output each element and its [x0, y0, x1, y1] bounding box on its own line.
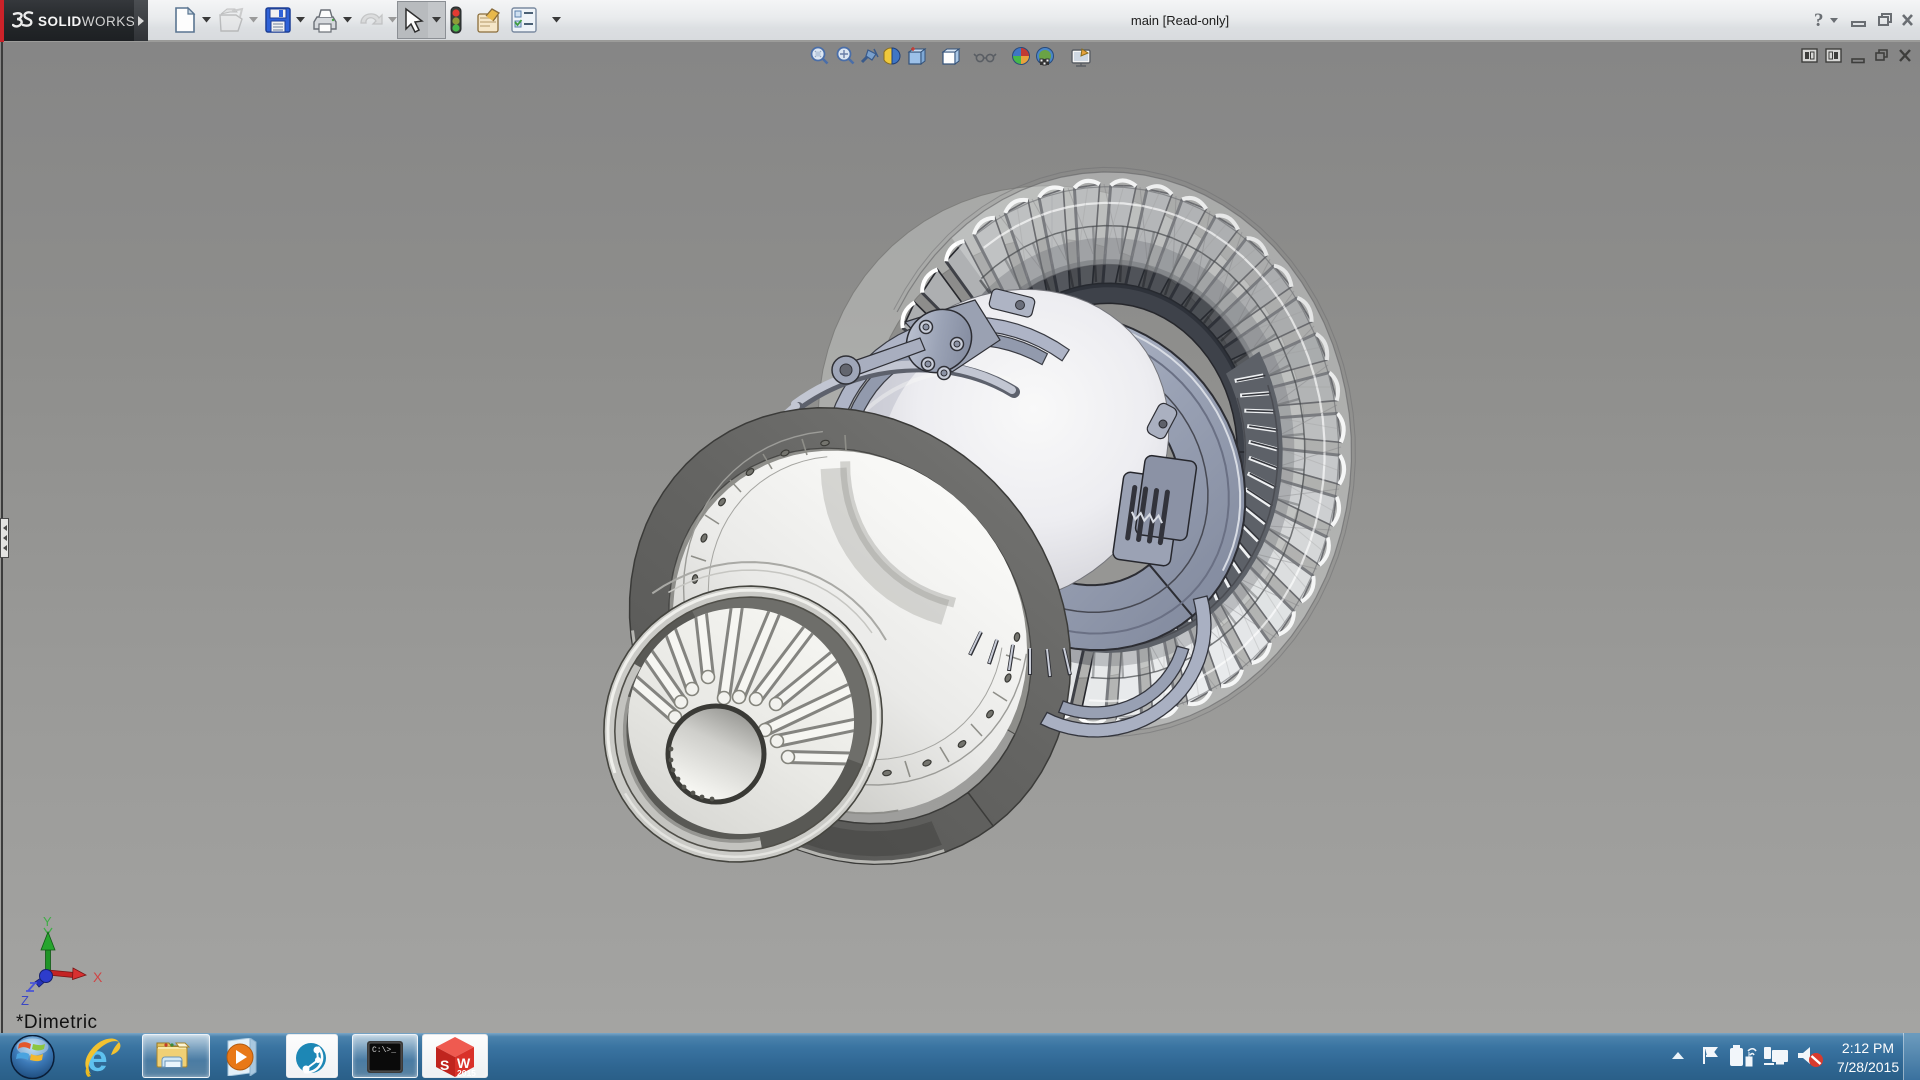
svg-text:2:12 PM: 2:12 PM [1842, 1040, 1894, 1056]
svg-text:7/28/2015: 7/28/2015 [1837, 1059, 1899, 1075]
svg-text:Y: Y [43, 914, 52, 929]
svg-text:SOLIDWORKS: SOLIDWORKS [38, 14, 134, 29]
svg-text:C:\>_: C:\>_ [372, 1046, 396, 1055]
svg-text:2015: 2015 [457, 1068, 476, 1078]
svg-text:?: ? [1814, 10, 1824, 31]
svg-text:Z: Z [21, 993, 29, 1008]
svg-text:S: S [440, 1057, 449, 1073]
svg-text:X: X [93, 969, 103, 985]
